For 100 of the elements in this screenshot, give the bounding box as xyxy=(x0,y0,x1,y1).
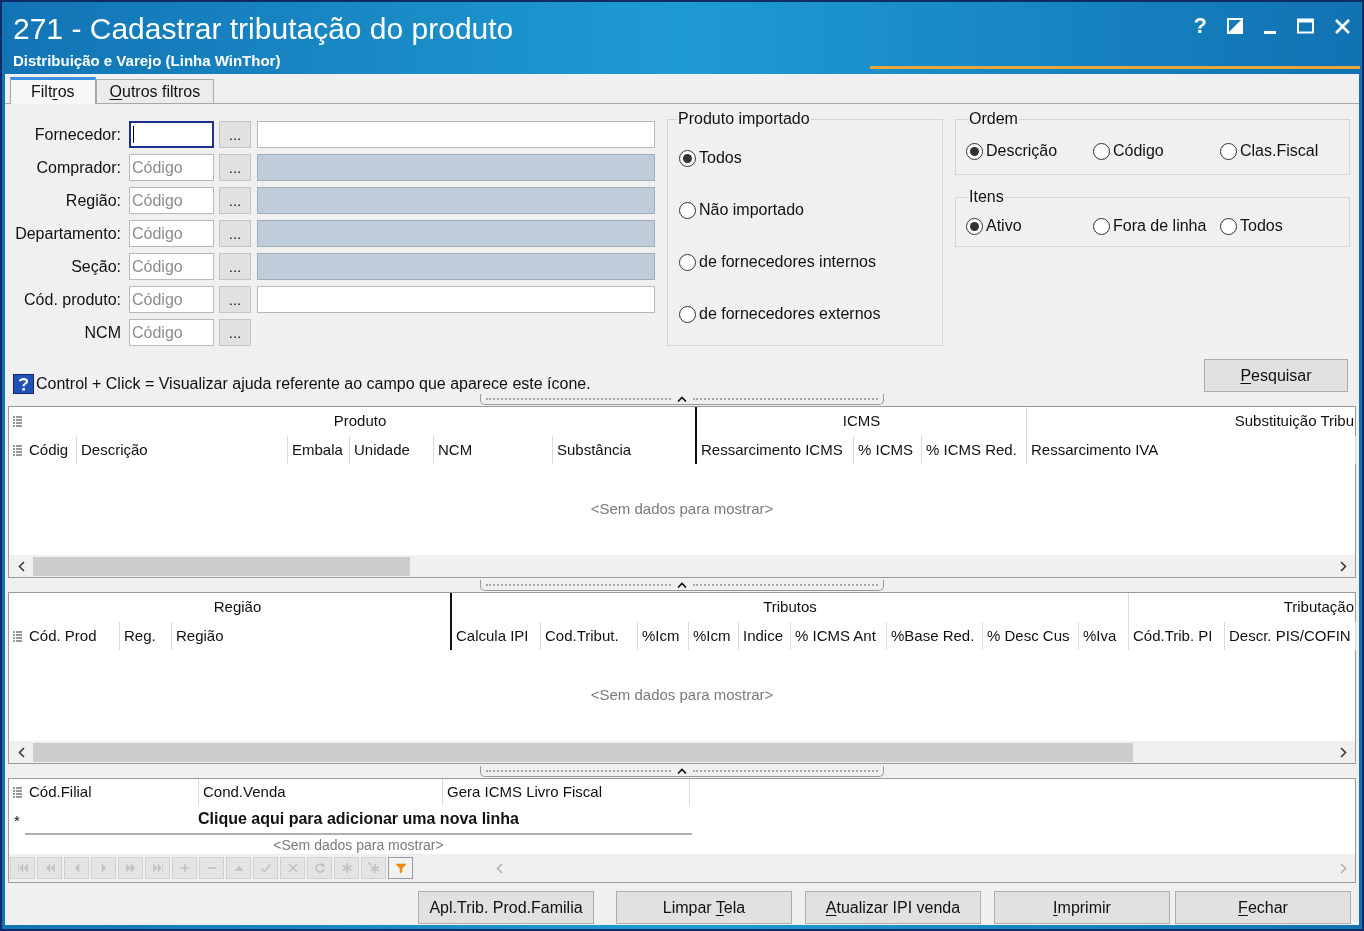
column-header[interactable]: % ICMS Ant xyxy=(791,622,887,650)
column-header[interactable]: Códig xyxy=(25,436,77,464)
code-field[interactable]: Código xyxy=(129,319,214,346)
column-header[interactable]: Cód. Prod xyxy=(25,622,120,650)
radio-button[interactable] xyxy=(679,305,696,323)
tab[interactable]: Outros filtros xyxy=(95,79,215,103)
maximize-icon[interactable] xyxy=(1297,18,1314,34)
band-header[interactable]: ICMS xyxy=(697,407,1027,436)
column-header[interactable]: Cond.Venda xyxy=(199,779,443,805)
description-field[interactable] xyxy=(257,286,655,313)
lookup-button[interactable]: ... xyxy=(219,187,251,214)
radio-button[interactable] xyxy=(966,217,983,235)
radio-label[interactable]: Ativo xyxy=(986,216,1022,236)
code-field[interactable] xyxy=(129,121,214,148)
horizontal-scrollbar[interactable] xyxy=(9,741,1355,763)
band-header[interactable]: Tributação xyxy=(1129,593,1356,622)
chevron-left-icon[interactable] xyxy=(17,560,25,572)
new-row-prompt[interactable]: Clique aqui para adicionar uma nova linha xyxy=(25,805,692,835)
column-header[interactable]: %Icm xyxy=(689,622,739,650)
radio-label[interactable]: Código xyxy=(1113,141,1164,161)
help-icon[interactable] xyxy=(13,373,34,394)
radio-label[interactable]: Descrição xyxy=(986,141,1058,161)
radio-button[interactable] xyxy=(679,149,696,167)
chevron-right-icon[interactable] xyxy=(1339,746,1347,758)
column-header[interactable]: % ICMS Red. xyxy=(922,436,1027,464)
splitter-handle[interactable] xyxy=(480,394,884,405)
lookup-button[interactable]: ... xyxy=(219,220,251,247)
column-header[interactable]: Ressarcimento ICMS xyxy=(697,436,854,464)
action-button[interactable]: Atualizar IPI venda xyxy=(805,891,981,924)
column-header[interactable]: %Iva xyxy=(1079,622,1129,650)
column-header[interactable]: Região xyxy=(172,622,452,650)
half-filled-square-icon[interactable] xyxy=(1227,18,1243,34)
code-field[interactable]: Código xyxy=(129,253,214,280)
filter-icon[interactable] xyxy=(394,862,407,874)
radio-label[interactable]: Não importado xyxy=(699,200,804,220)
action-button[interactable]: Fechar xyxy=(1175,891,1351,924)
scrollbar-thumb[interactable] xyxy=(33,556,410,576)
column-header[interactable]: Unidade xyxy=(350,436,434,464)
radio-label[interactable]: de fornecedores externos xyxy=(699,304,881,324)
code-field[interactable]: Código xyxy=(129,187,214,214)
radio-label[interactable]: de fornecedores internos xyxy=(699,252,876,272)
column-header[interactable]: % Desc Cus xyxy=(983,622,1079,650)
radio-label[interactable]: Todos xyxy=(699,148,742,168)
column-header[interactable]: %Icm xyxy=(638,622,689,650)
tab[interactable]: Filtros xyxy=(10,77,96,104)
chevron-right-icon[interactable] xyxy=(1339,560,1347,572)
column-header[interactable]: Gera ICMS Livro Fiscal xyxy=(443,779,690,805)
radio-button[interactable] xyxy=(679,201,696,219)
radio-button[interactable] xyxy=(1220,142,1237,160)
caret-up-icon[interactable] xyxy=(677,767,687,774)
caret-up-icon[interactable] xyxy=(677,581,687,588)
action-button[interactable]: Limpar Tela xyxy=(616,891,792,924)
radio-button[interactable] xyxy=(679,253,696,271)
column-list-icon[interactable] xyxy=(12,416,22,427)
column-list-icon[interactable] xyxy=(12,444,22,456)
action-button[interactable]: Imprimir xyxy=(994,891,1170,924)
radio-button[interactable] xyxy=(1093,142,1110,160)
band-header[interactable]: Substituição Tribu xyxy=(1027,407,1356,436)
splitter-handle[interactable] xyxy=(480,579,884,591)
column-header[interactable]: Ressarcimento IVA xyxy=(1027,436,1356,464)
band-header[interactable]: Produto xyxy=(25,407,697,436)
radio-label[interactable]: Todos xyxy=(1240,216,1283,236)
column-header[interactable]: Descrição xyxy=(77,436,288,464)
lookup-button[interactable]: ... xyxy=(219,253,251,280)
help-button[interactable]: ? xyxy=(1193,14,1207,38)
column-header[interactable]: %Base Red. xyxy=(887,622,983,650)
radio-label[interactable]: Clas.Fiscal xyxy=(1240,141,1319,161)
column-list-icon[interactable] xyxy=(12,786,22,798)
search-button[interactable]: Pesquisar xyxy=(1204,359,1348,392)
radio-button[interactable] xyxy=(1093,217,1110,235)
lookup-button[interactable]: ... xyxy=(219,121,251,148)
radio-label[interactable]: Fora de linha xyxy=(1113,216,1207,236)
column-header[interactable]: Indice xyxy=(739,622,791,650)
description-field[interactable] xyxy=(257,121,655,148)
column-header[interactable]: Substância xyxy=(553,436,697,464)
column-list-icon[interactable] xyxy=(12,630,22,642)
action-button[interactable]: Apl.Trib. Prod.Familia xyxy=(418,891,594,924)
code-field[interactable]: Código xyxy=(129,286,214,313)
column-header[interactable]: NCM xyxy=(434,436,553,464)
band-header[interactable]: Região xyxy=(25,593,452,622)
column-header[interactable]: Embala xyxy=(288,436,350,464)
column-header[interactable]: Reg. xyxy=(120,622,172,650)
column-header[interactable]: Descr. PIS/COFIN xyxy=(1225,622,1356,650)
lookup-button[interactable]: ... xyxy=(219,286,251,313)
code-field[interactable]: Código xyxy=(129,154,214,181)
column-header[interactable]: Cód.Trib. PI xyxy=(1129,622,1225,650)
caret-up-icon[interactable] xyxy=(677,396,687,402)
radio-button[interactable] xyxy=(966,142,983,160)
column-header[interactable]: Cod.Tribut. xyxy=(541,622,638,650)
splitter-handle[interactable] xyxy=(480,765,884,777)
column-header[interactable]: Cód.Filial xyxy=(25,779,199,805)
scrollbar-thumb[interactable] xyxy=(33,742,1133,762)
close-icon[interactable] xyxy=(1334,17,1351,35)
band-header[interactable]: Tributos xyxy=(452,593,1129,622)
navigator-button[interactable] xyxy=(388,857,413,879)
code-field[interactable]: Código xyxy=(129,220,214,247)
column-header[interactable]: Calcula IPI xyxy=(452,622,541,650)
radio-button[interactable] xyxy=(1220,217,1237,235)
lookup-button[interactable]: ... xyxy=(219,154,251,181)
column-header[interactable]: % ICMS xyxy=(854,436,922,464)
